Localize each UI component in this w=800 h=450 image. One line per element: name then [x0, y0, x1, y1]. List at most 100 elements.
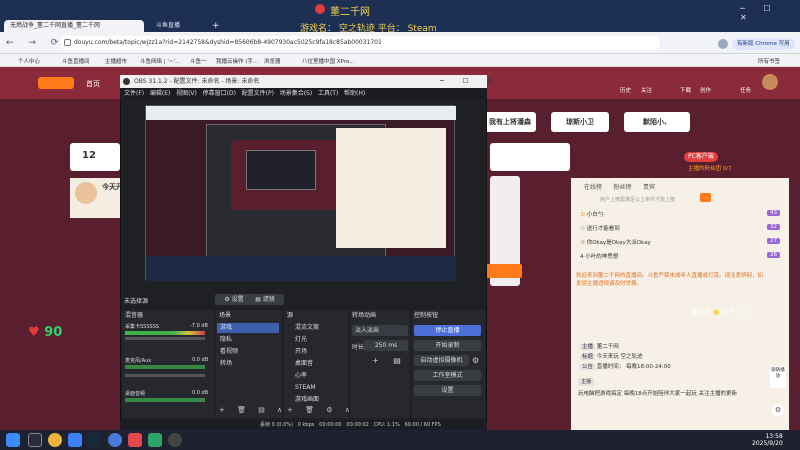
rank-name: 小白勺· — [586, 212, 605, 218]
chat-tab[interactable]: 贵宾 — [643, 184, 655, 191]
pc-client-badge[interactable]: PC客户端 — [684, 152, 718, 162]
chrome-icon[interactable] — [48, 433, 62, 447]
obs-menu-item[interactable]: 工具(T) — [318, 90, 338, 97]
welcome-notice: 欢迎来到董二千网的直播间。斗鱼严禁未成年人直播或打赏。请注意辨别，如发现主播违规… — [576, 273, 764, 287]
obs-menu-item[interactable]: 文件(F) — [124, 90, 144, 97]
windows-start-icon[interactable] — [6, 433, 20, 447]
virtual-camera-button[interactable]: 启动虚拟摄像机 — [414, 355, 469, 366]
start-recording-button[interactable]: 开始录制 — [414, 340, 481, 351]
mixer-volume-slider[interactable] — [125, 337, 205, 340]
app-icon[interactable] — [68, 433, 82, 447]
gear-icon[interactable]: ⚙ — [472, 356, 479, 365]
source-dock-actions[interactable]: + 🗑 ⚙ ∧ — [287, 406, 355, 414]
obs-menu-item[interactable]: 视图(V) — [176, 90, 197, 97]
douyu-logo[interactable] — [38, 77, 74, 89]
host-message: 玩电脑把游戏搞定 每晚18点开始陪伴大家一起玩 关注主播的更新 — [578, 391, 737, 397]
chat-messages: 主播 董二千网 标题 今天来玩 空之轨迹 公告 直播时间： 每晚18:00-24… — [580, 342, 770, 372]
bookmark-item[interactable]: 斗鱼直播间 — [62, 57, 90, 65]
chat-tab[interactable]: 粉丝榜 — [613, 184, 631, 191]
steam-icon[interactable] — [88, 433, 102, 447]
search-icon[interactable] — [28, 433, 42, 447]
join-button[interactable]: … — [700, 193, 711, 202]
rank-header: 用户上榜需满足以上条件才能上榜 — [600, 197, 676, 203]
source-item[interactable]: 心率 — [292, 371, 342, 381]
mixer-volume-slider[interactable] — [125, 374, 205, 377]
nav-history[interactable]: 历史 — [620, 86, 631, 94]
app-icon[interactable] — [128, 433, 142, 447]
obs-menu-item[interactable]: 帮助(H) — [344, 90, 365, 97]
url-input[interactable]: douyu.com/beta/topic/wjzz1a?rid=2142758&… — [60, 36, 660, 50]
settings-button[interactable]: 设置 — [414, 385, 481, 396]
app-icon[interactable] — [108, 433, 122, 447]
bookmark-item[interactable]: 斗鱼网络 | '~'... — [140, 57, 180, 65]
source-item[interactable]: 混流文案 — [292, 323, 342, 333]
obs-window-controls[interactable]: ─ ☐ ✕ — [440, 77, 501, 85]
rank-row[interactable]: 4 小叶的神思想 26 — [580, 252, 780, 266]
stop-streaming-button[interactable]: 停止直播 — [414, 325, 481, 336]
tag-pill[interactable]: 琼斯小卫 — [551, 112, 609, 132]
tag-pill[interactable]: 默陌小、 — [624, 112, 690, 132]
follow-play-button[interactable]: 跟随播放 — [770, 366, 786, 388]
nav-follow[interactable]: 关注 — [641, 86, 652, 94]
heart-count-large: ♥ 90 — [28, 325, 62, 340]
rank-row[interactable]: ① 小白勺· 43 — [580, 210, 780, 224]
app-icon[interactable] — [148, 433, 162, 447]
browser-tab[interactable]: 斗鱼直播 — [150, 20, 210, 32]
source-item[interactable]: 桌面音 — [292, 359, 342, 369]
bookmark-item[interactable]: 我播云操作 (手... — [216, 57, 258, 65]
transitions-dock-title: 转场动画 — [352, 312, 377, 319]
site-info-icon[interactable] — [64, 39, 71, 46]
scene-item-selected[interactable]: 游戏 — [217, 323, 279, 333]
rank-level: 32 — [767, 224, 780, 230]
transition-select[interactable]: 淡入淡出 — [352, 325, 408, 336]
tag-pill[interactable]: 我有上将潘森 — [484, 112, 536, 132]
settings-icon[interactable]: ⚙ — [772, 404, 784, 416]
studio-mode-button[interactable]: 工作室模式 — [414, 370, 481, 381]
chat-tab[interactable]: 在线榜 — [584, 184, 602, 191]
rank-level: 27 — [767, 238, 780, 244]
obs-menu-items: 文件(F) 编辑(E) 视图(V) 停靠窗口(D) 配置文件(P) 场景集合(S… — [124, 88, 365, 99]
nav-create[interactable]: 创作 — [700, 86, 711, 94]
obs-filters-button[interactable]: ▤ 滤镜 — [246, 294, 284, 305]
nav-download[interactable]: 下载 — [680, 86, 691, 94]
gear-icon: ⚙ — [224, 296, 230, 303]
obs-menu-item[interactable]: 编辑(E) — [150, 90, 170, 97]
chrome-update-button[interactable]: 有新版 Chrome 可用 — [732, 38, 795, 50]
mixer-track-name: 采集卡SSSSSS — [125, 324, 160, 330]
obs-menu-item[interactable]: 停靠窗口(D) — [203, 90, 236, 97]
source-item[interactable]: 游戏画面 — [292, 395, 342, 405]
window-controls[interactable]: ─ ☐ ✕ — [740, 4, 800, 22]
nav-buttons[interactable]: ← → ⟳ — [6, 38, 64, 48]
browser-tab-active[interactable]: 无燃战争_董二千网直播_董二千网 — [4, 20, 144, 32]
bookmark-item[interactable]: 所有书签 — [758, 57, 780, 65]
obs-icon[interactable] — [168, 433, 182, 447]
rank-row[interactable]: ③ 你Okay是Okay大派Okay 27 — [580, 238, 780, 252]
scene-item[interactable]: 转场 — [217, 359, 279, 369]
bookmark-item[interactable]: 八位室播中国 XPro... — [302, 57, 354, 65]
obs-menu-item[interactable]: 配置文件(P) — [242, 90, 274, 97]
scene-item[interactable]: 隐私 — [217, 335, 279, 345]
rank-row[interactable]: ② 送行才能看到 32 — [580, 224, 780, 238]
transition-duration-input[interactable]: 250 ms — [364, 340, 408, 351]
user-avatar[interactable] — [762, 74, 778, 90]
bookmark-item[interactable]: 个人中心 — [18, 57, 40, 65]
rank-list: ① 小白勺· 43 ② 送行才能看到 32 ③ 你Okay是Okay大派Okay 27… — [580, 210, 780, 266]
obs-menu-item[interactable]: 场景集合(S) — [280, 90, 313, 97]
nav-home[interactable]: 首页 — [86, 79, 100, 89]
rank-name: 送行才能看到 — [586, 226, 620, 232]
bookmark-item[interactable]: 斗鱼一 — [190, 57, 207, 65]
new-tab-icon[interactable]: + — [212, 21, 220, 31]
scene-item[interactable]: 看视频 — [217, 347, 279, 357]
clock[interactable]: 13:58 2025/9/20 — [752, 433, 783, 447]
source-item[interactable]: 开场 — [292, 347, 342, 357]
source-item[interactable]: 灯光 — [292, 335, 342, 345]
source-item[interactable]: STEAM — [292, 383, 342, 393]
streamer-avatar[interactable] — [75, 182, 97, 204]
bookmark-item[interactable]: 主播超市 — [105, 57, 127, 65]
status-rec: 00:00:00 — [319, 422, 342, 428]
obs-preview[interactable] — [145, 105, 456, 281]
profile-avatar[interactable] — [718, 39, 728, 49]
nav-task[interactable]: 任务 — [740, 86, 751, 94]
gift-send-button[interactable] — [486, 264, 522, 278]
bookmark-item[interactable]: 浏览器 — [264, 57, 281, 65]
